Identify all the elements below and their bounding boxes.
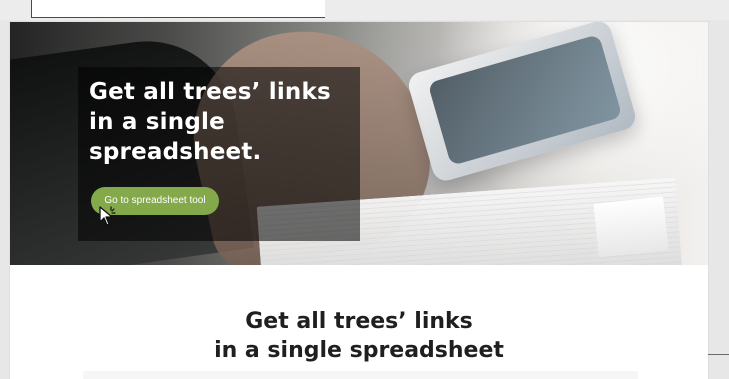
section-title-line-2: in a single spreadsheet	[214, 338, 504, 363]
hero-title-line-1: Get all trees’ links	[89, 79, 331, 105]
go-to-spreadsheet-tool-button[interactable]: Go to spreadsheet tool	[91, 187, 219, 215]
section-title-line-1: Get all trees’ links	[245, 309, 473, 334]
hero-title-line-3: spreadsheet.	[89, 139, 262, 165]
content-card-top-edge	[83, 371, 638, 379]
top-left-panel	[31, 0, 325, 18]
page-window: Get all trees’ links in a single spreads…	[10, 22, 708, 379]
hero-title-line-2: in a single	[89, 109, 225, 135]
hero-tablet-screen	[427, 34, 623, 166]
hero-banner: Get all trees’ links in a single spreads…	[10, 22, 708, 265]
right-edge-divider	[708, 354, 729, 355]
browser-viewport: Get all trees’ links in a single spreads…	[0, 0, 729, 379]
hero-tablet-frame	[405, 22, 639, 184]
hero-paper-corner	[593, 196, 669, 258]
hero-title: Get all trees’ links in a single spreads…	[89, 77, 349, 167]
section-title: Get all trees’ links in a single spreads…	[10, 307, 708, 365]
